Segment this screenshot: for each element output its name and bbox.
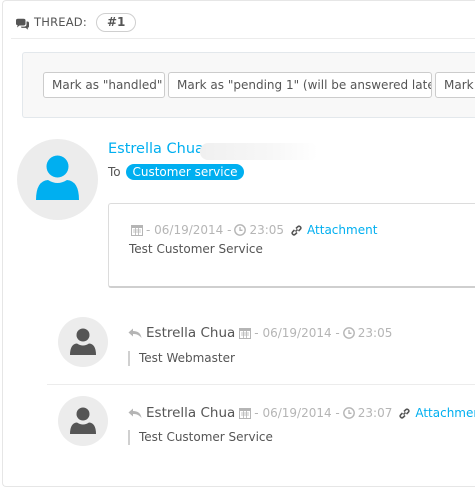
calendar-icon (131, 224, 143, 236)
avatar (17, 139, 98, 220)
thread-number-badge: #1 (95, 12, 137, 32)
attachment-link[interactable]: Attachment (415, 406, 475, 420)
message-text: Test Customer Service (129, 242, 263, 256)
author-name[interactable]: Estrella Chua (108, 141, 204, 157)
clock-icon (342, 407, 355, 419)
message-time: 23:05 (249, 223, 285, 237)
mark-pending-2-button[interactable]: Mark as "pending 2" (will be answered la… (435, 72, 475, 98)
panel-heading: THREAD: #1 (15, 11, 137, 33)
reply-date: - 06/19/2014 - (254, 406, 340, 420)
mark-pending-1-button[interactable]: Mark as "pending 1" (will be answered la… (168, 72, 432, 98)
reply-author[interactable]: Estrella Chua (146, 325, 235, 341)
avatar (58, 396, 108, 446)
reply-divider (47, 384, 475, 385)
message-box: - 06/19/2014 - 23:05 Attachment Test Cus… (108, 203, 475, 288)
to-label: To (108, 165, 121, 179)
reply-meta: Estrella Chua - 06/19/2014 - 23:07 Attac… (128, 405, 475, 421)
thread-label: THREAD: (34, 15, 87, 29)
reply-icon (128, 408, 142, 419)
message-date: - 06/19/2014 - (146, 223, 232, 237)
link-icon (398, 407, 411, 420)
user-icon (36, 155, 79, 200)
reply-time: 23:07 (357, 406, 393, 420)
link-icon (290, 224, 303, 237)
reply-date: - 06/19/2014 - (254, 326, 340, 340)
user-icon (70, 407, 96, 434)
calendar-icon (239, 327, 252, 339)
comments-icon (15, 16, 30, 30)
mark-handled-button[interactable]: Mark as "handled" (43, 72, 165, 98)
redacted-email (200, 143, 318, 160)
status-toolbar: Mark as "handled" Mark as "pending 1" (w… (22, 52, 475, 118)
reply-text: Test Webmaster (128, 351, 235, 366)
attachment-link[interactable]: Attachment (307, 223, 377, 237)
calendar-icon (239, 407, 252, 419)
reply-text: Test Customer Service (128, 430, 273, 445)
user-icon (70, 328, 96, 355)
clock-icon (234, 224, 247, 236)
avatar (58, 317, 108, 367)
reply-meta: Estrella Chua - 06/19/2014 - 23:05 (128, 325, 392, 341)
heading-divider (11, 38, 475, 39)
recipient-badge: Customer service (126, 164, 244, 180)
reply-icon (128, 328, 142, 339)
recipient-line: To Customer service (108, 164, 244, 180)
reply-author[interactable]: Estrella Chua (146, 405, 235, 421)
reply-time: 23:05 (357, 326, 393, 340)
clock-icon (342, 327, 355, 339)
message-meta: - 06/19/2014 - 23:05 Attachment (131, 223, 377, 237)
